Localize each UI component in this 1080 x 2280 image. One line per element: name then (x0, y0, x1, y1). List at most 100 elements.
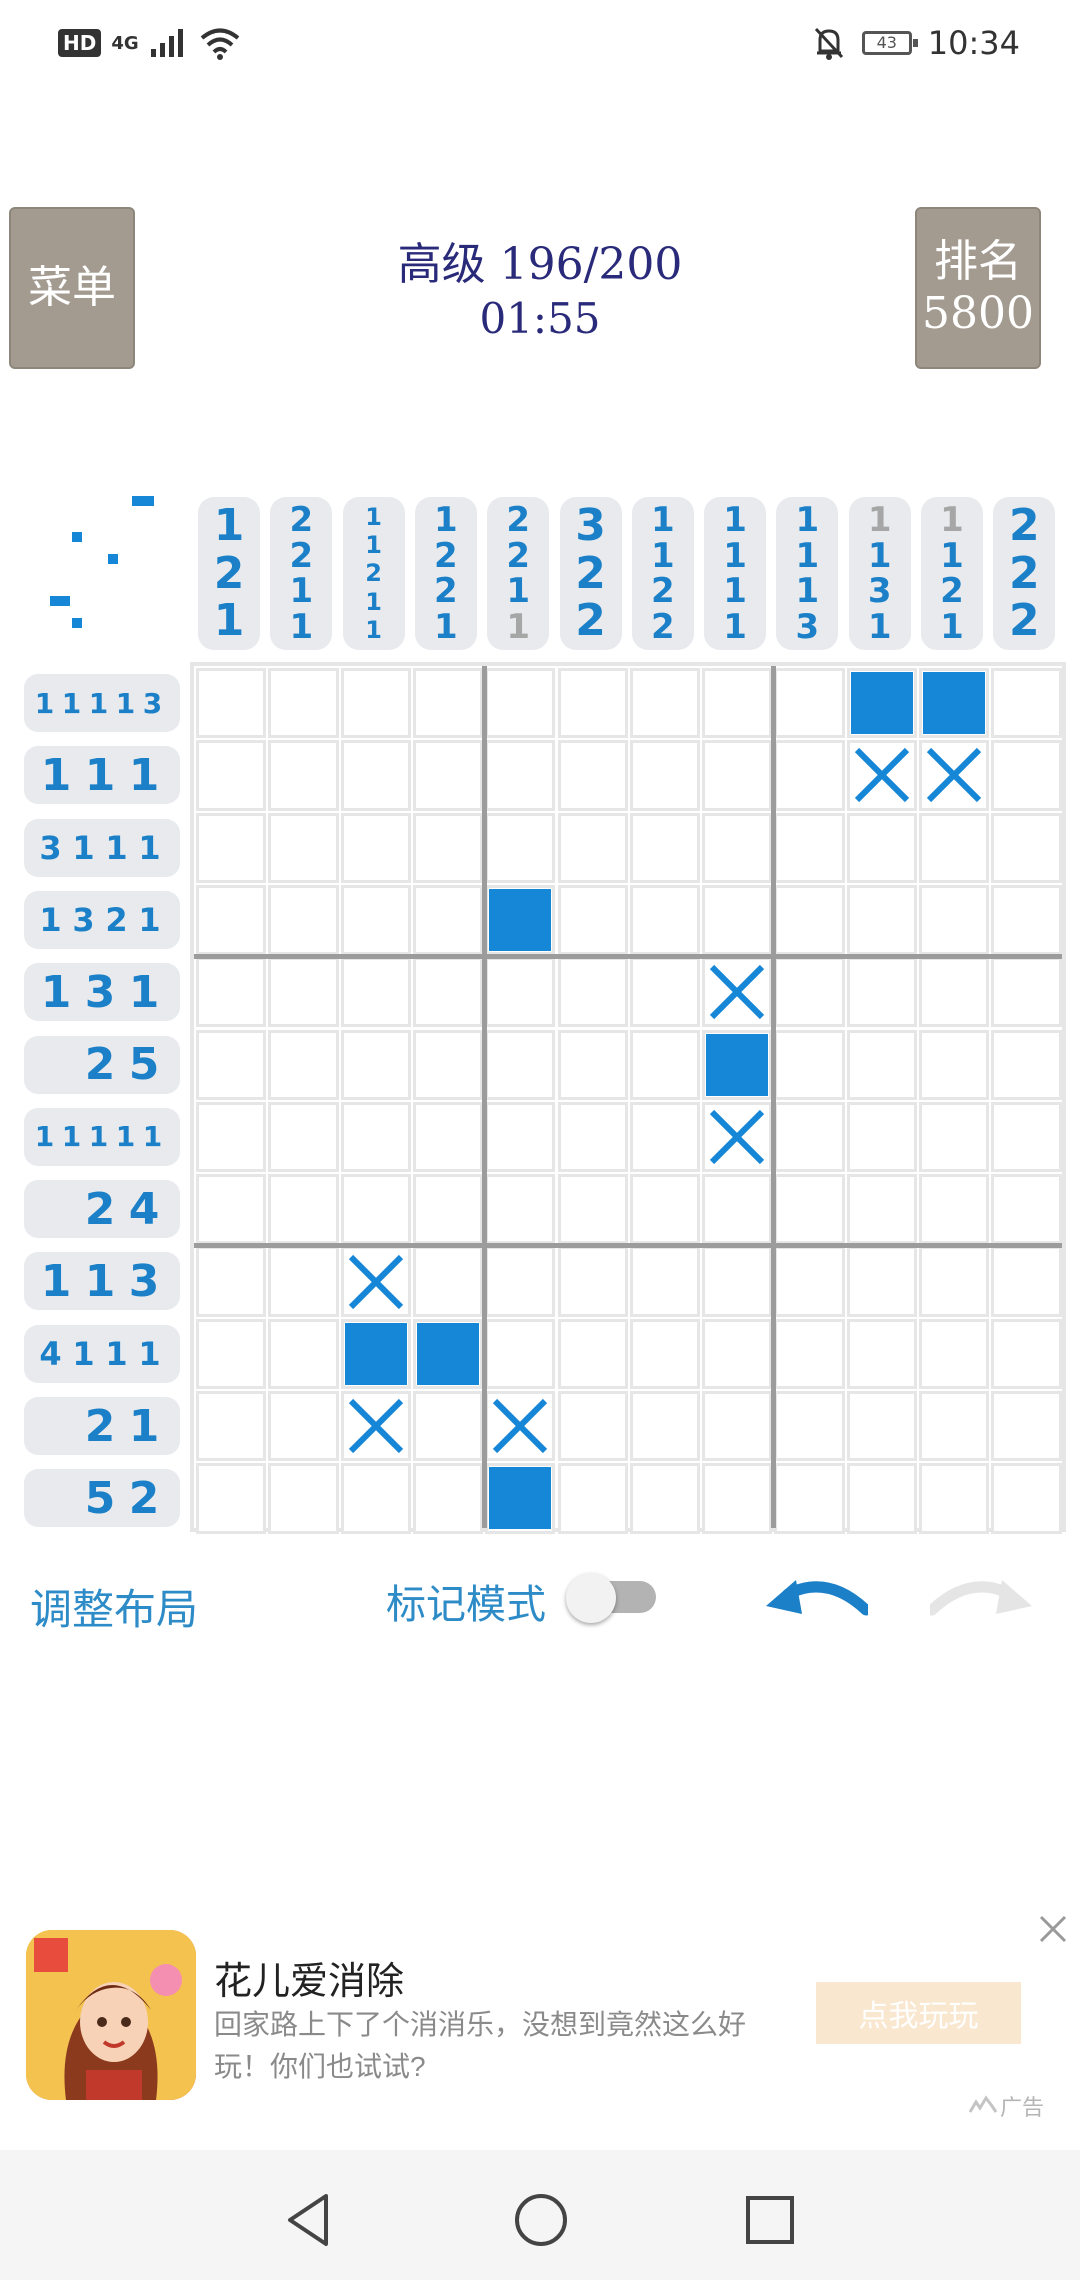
grid-cell[interactable] (196, 1318, 267, 1389)
grid-cell-crossed[interactable] (702, 1101, 773, 1173)
grid-cell[interactable] (557, 812, 628, 883)
grid-cell[interactable] (991, 1391, 1062, 1462)
grid-cell-crossed[interactable] (340, 1391, 411, 1462)
grid-cell[interactable] (774, 1318, 845, 1389)
grid-cell[interactable] (774, 1174, 845, 1245)
grid-cell[interactable] (340, 1174, 411, 1245)
grid-cell[interactable] (774, 1246, 845, 1317)
grid-cell[interactable] (629, 1101, 701, 1173)
grid-cell[interactable] (702, 668, 773, 739)
grid-cell[interactable] (268, 1463, 339, 1534)
grid-cell[interactable] (196, 957, 267, 1028)
back-icon[interactable] (280, 2190, 340, 2250)
grid-cell[interactable] (412, 1246, 484, 1317)
grid-cell[interactable] (991, 668, 1062, 739)
grid-cell[interactable] (196, 668, 267, 739)
grid-cell[interactable] (557, 884, 628, 956)
grid-cell[interactable] (991, 1246, 1062, 1317)
grid-cell[interactable] (919, 1318, 990, 1389)
grid-cell[interactable] (340, 1029, 411, 1100)
grid-cell[interactable] (196, 1463, 267, 1534)
grid-cell[interactable] (340, 812, 411, 883)
grid-cell[interactable] (485, 1029, 556, 1100)
grid-cell[interactable] (702, 740, 773, 811)
grid-cell[interactable] (774, 740, 845, 811)
grid-cell[interactable] (991, 1174, 1062, 1245)
grid-cell[interactable] (629, 812, 701, 883)
grid-cell-filled[interactable] (485, 1463, 556, 1534)
puzzle-grid[interactable] (190, 662, 1066, 1534)
redo-arrow-icon[interactable] (930, 1572, 1040, 1622)
grid-cell[interactable] (412, 957, 484, 1028)
grid-cell[interactable] (485, 740, 556, 811)
grid-cell[interactable] (340, 1101, 411, 1173)
grid-cell[interactable] (412, 1391, 484, 1462)
grid-cell[interactable] (196, 1391, 267, 1462)
grid-cell[interactable] (268, 1174, 339, 1245)
grid-cell[interactable] (268, 1101, 339, 1173)
grid-cell[interactable] (412, 1463, 484, 1534)
grid-cell[interactable] (485, 1174, 556, 1245)
grid-cell[interactable] (629, 740, 701, 811)
grid-cell[interactable] (412, 1029, 484, 1100)
grid-cell[interactable] (846, 1174, 917, 1245)
grid-cell[interactable] (268, 812, 339, 883)
grid-cell[interactable] (702, 884, 773, 956)
grid-cell[interactable] (268, 1391, 339, 1462)
grid-cell[interactable] (774, 1101, 845, 1173)
ad-title[interactable]: 花儿爱消除 (214, 1950, 404, 2005)
grid-cell[interactable] (268, 1246, 339, 1317)
grid-cell[interactable] (919, 957, 990, 1028)
grid-cell[interactable] (412, 668, 484, 739)
grid-cell[interactable] (919, 1246, 990, 1317)
grid-cell[interactable] (991, 740, 1062, 811)
grid-cell[interactable] (991, 812, 1062, 883)
ad-description[interactable]: 回家路上下了个消消乐，没想到竟然这么好玩！你们也试试? (214, 2004, 794, 2088)
grid-cell[interactable] (774, 1029, 845, 1100)
ad-banner[interactable]: 花儿爱消除 回家路上下了个消消乐，没想到竟然这么好玩！你们也试试? 点我玩玩 广… (0, 1906, 1080, 2120)
grid-cell[interactable] (991, 1101, 1062, 1173)
grid-cell[interactable] (919, 1174, 990, 1245)
grid-cell[interactable] (340, 740, 411, 811)
grid-cell[interactable] (846, 957, 917, 1028)
grid-cell[interactable] (412, 1174, 484, 1245)
adjust-layout-button[interactable]: 调整布局 (30, 1576, 198, 1637)
grid-cell[interactable] (268, 740, 339, 811)
grid-cell[interactable] (268, 884, 339, 956)
grid-cell[interactable] (846, 1246, 917, 1317)
grid-cell[interactable] (557, 1463, 628, 1534)
grid-cell[interactable] (846, 1463, 917, 1534)
grid-cell[interactable] (268, 1029, 339, 1100)
grid-cell[interactable] (629, 884, 701, 956)
recents-icon[interactable] (740, 2190, 800, 2250)
grid-cell[interactable] (412, 812, 484, 883)
grid-cell[interactable] (629, 1246, 701, 1317)
grid-cell-crossed[interactable] (919, 740, 990, 811)
grid-cell[interactable] (485, 1101, 556, 1173)
home-icon[interactable] (511, 2190, 571, 2250)
close-icon[interactable] (1038, 1914, 1068, 1944)
grid-cell[interactable] (196, 1029, 267, 1100)
grid-cell[interactable] (846, 1029, 917, 1100)
mark-mode-toggle[interactable] (566, 1573, 662, 1623)
grid-cell[interactable] (919, 1391, 990, 1462)
grid-cell[interactable] (919, 1029, 990, 1100)
grid-cell[interactable] (557, 957, 628, 1028)
grid-cell-filled[interactable] (485, 884, 556, 956)
grid-cell[interactable] (412, 884, 484, 956)
grid-cell-filled[interactable] (846, 668, 917, 739)
grid-cell[interactable] (774, 957, 845, 1028)
ad-app-icon[interactable] (26, 1930, 196, 2100)
grid-cell[interactable] (702, 1463, 773, 1534)
grid-cell[interactable] (702, 1318, 773, 1389)
grid-cell[interactable] (846, 1101, 917, 1173)
grid-cell[interactable] (846, 1318, 917, 1389)
grid-cell[interactable] (340, 668, 411, 739)
grid-cell[interactable] (196, 1246, 267, 1317)
grid-cell[interactable] (196, 812, 267, 883)
grid-cell[interactable] (919, 1463, 990, 1534)
grid-cell[interactable] (557, 668, 628, 739)
grid-cell[interactable] (846, 884, 917, 956)
grid-cell[interactable] (557, 740, 628, 811)
grid-cell-filled[interactable] (340, 1318, 411, 1389)
